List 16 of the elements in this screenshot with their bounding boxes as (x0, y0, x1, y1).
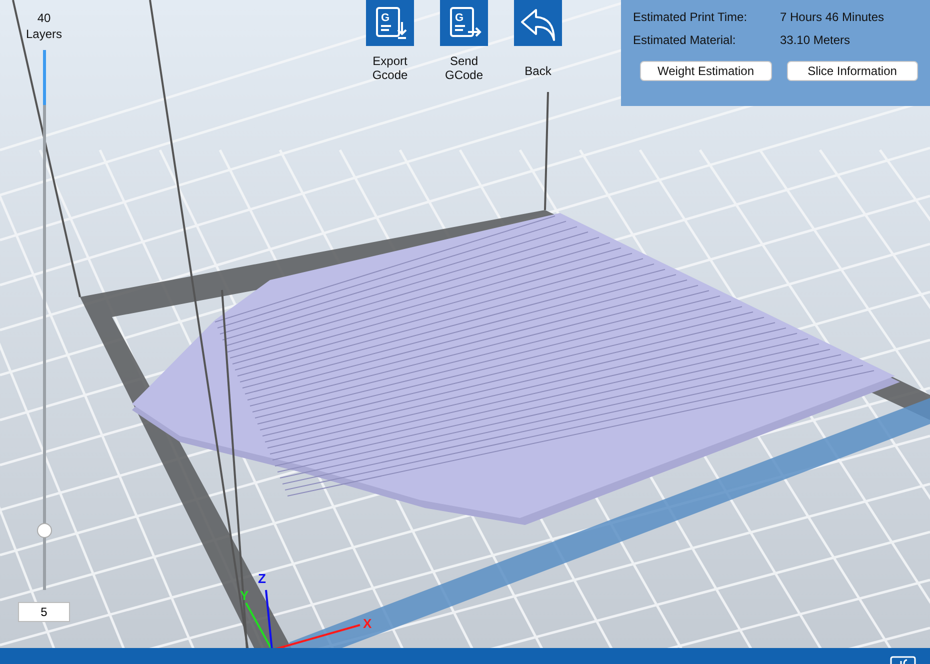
export-gcode-button[interactable]: G Export Gcode (355, 0, 425, 82)
axis-label: Y (240, 588, 249, 603)
info-button[interactable]: Weight Estimation (640, 61, 772, 81)
estimate-label: Estimated Print Time: (633, 10, 748, 24)
frame-icon[interactable] (890, 656, 916, 664)
layer-input[interactable]: 5 (18, 602, 70, 622)
send-gcode-button[interactable]: G Send GCode (429, 0, 499, 82)
estimate-value: 33.10 Meters (780, 33, 852, 47)
axis-label: X (363, 616, 372, 631)
info-button[interactable]: Slice Information (786, 61, 918, 81)
estimate-label: Estimated Material: (633, 33, 737, 47)
estimate-value: 7 Hours 46 Minutes (780, 10, 886, 24)
layer-label: Layers (26, 26, 62, 42)
layer-count: 40 (37, 10, 51, 26)
back-button[interactable]: Back (503, 0, 573, 82)
axis-label: Z (258, 571, 266, 586)
